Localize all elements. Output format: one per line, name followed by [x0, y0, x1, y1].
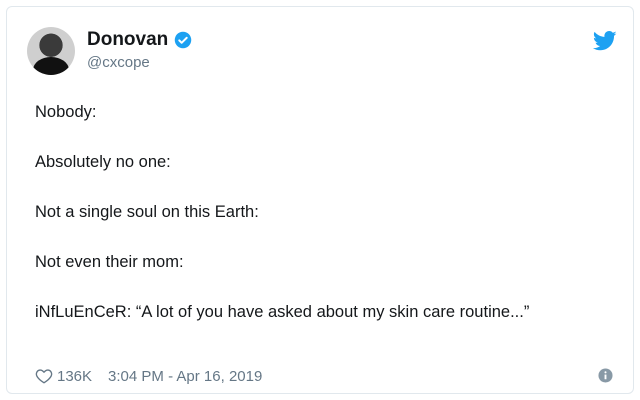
avatar[interactable]	[27, 27, 75, 75]
info-icon[interactable]	[598, 368, 613, 383]
tweet-footer: 136K 3:04 PM - Apr 16, 2019	[35, 365, 613, 387]
twitter-bird-icon[interactable]	[593, 31, 617, 51]
display-name[interactable]: Donovan	[87, 29, 168, 51]
tweet-line-influencer: iNfLuEnCeR: “A lot of you have asked abo…	[35, 303, 530, 321]
name-row: Donovan	[87, 29, 192, 51]
tweet-header: Donovan @cxcope	[27, 27, 617, 75]
verified-badge-icon	[175, 31, 192, 49]
like-count[interactable]: 136K	[57, 368, 92, 385]
tweet-text: Nobody: Absolutely no one: Not a single …	[35, 101, 595, 323]
tweet-card: Donovan @cxcope Nobody: Absolutely no on…	[6, 6, 634, 394]
user-handle[interactable]: @cxcope	[87, 54, 192, 71]
author-block: Donovan @cxcope	[87, 29, 192, 71]
tweet-line-mom: Not even their mom:	[35, 253, 184, 271]
heart-icon[interactable]	[35, 367, 53, 385]
timestamp[interactable]: 3:04 PM - Apr 16, 2019	[108, 368, 262, 385]
tweet-line-nobody: Nobody:	[35, 103, 97, 121]
tweet-line-soul: Not a single soul on this Earth:	[35, 203, 259, 221]
tweet-line-no-one: Absolutely no one:	[35, 153, 171, 171]
